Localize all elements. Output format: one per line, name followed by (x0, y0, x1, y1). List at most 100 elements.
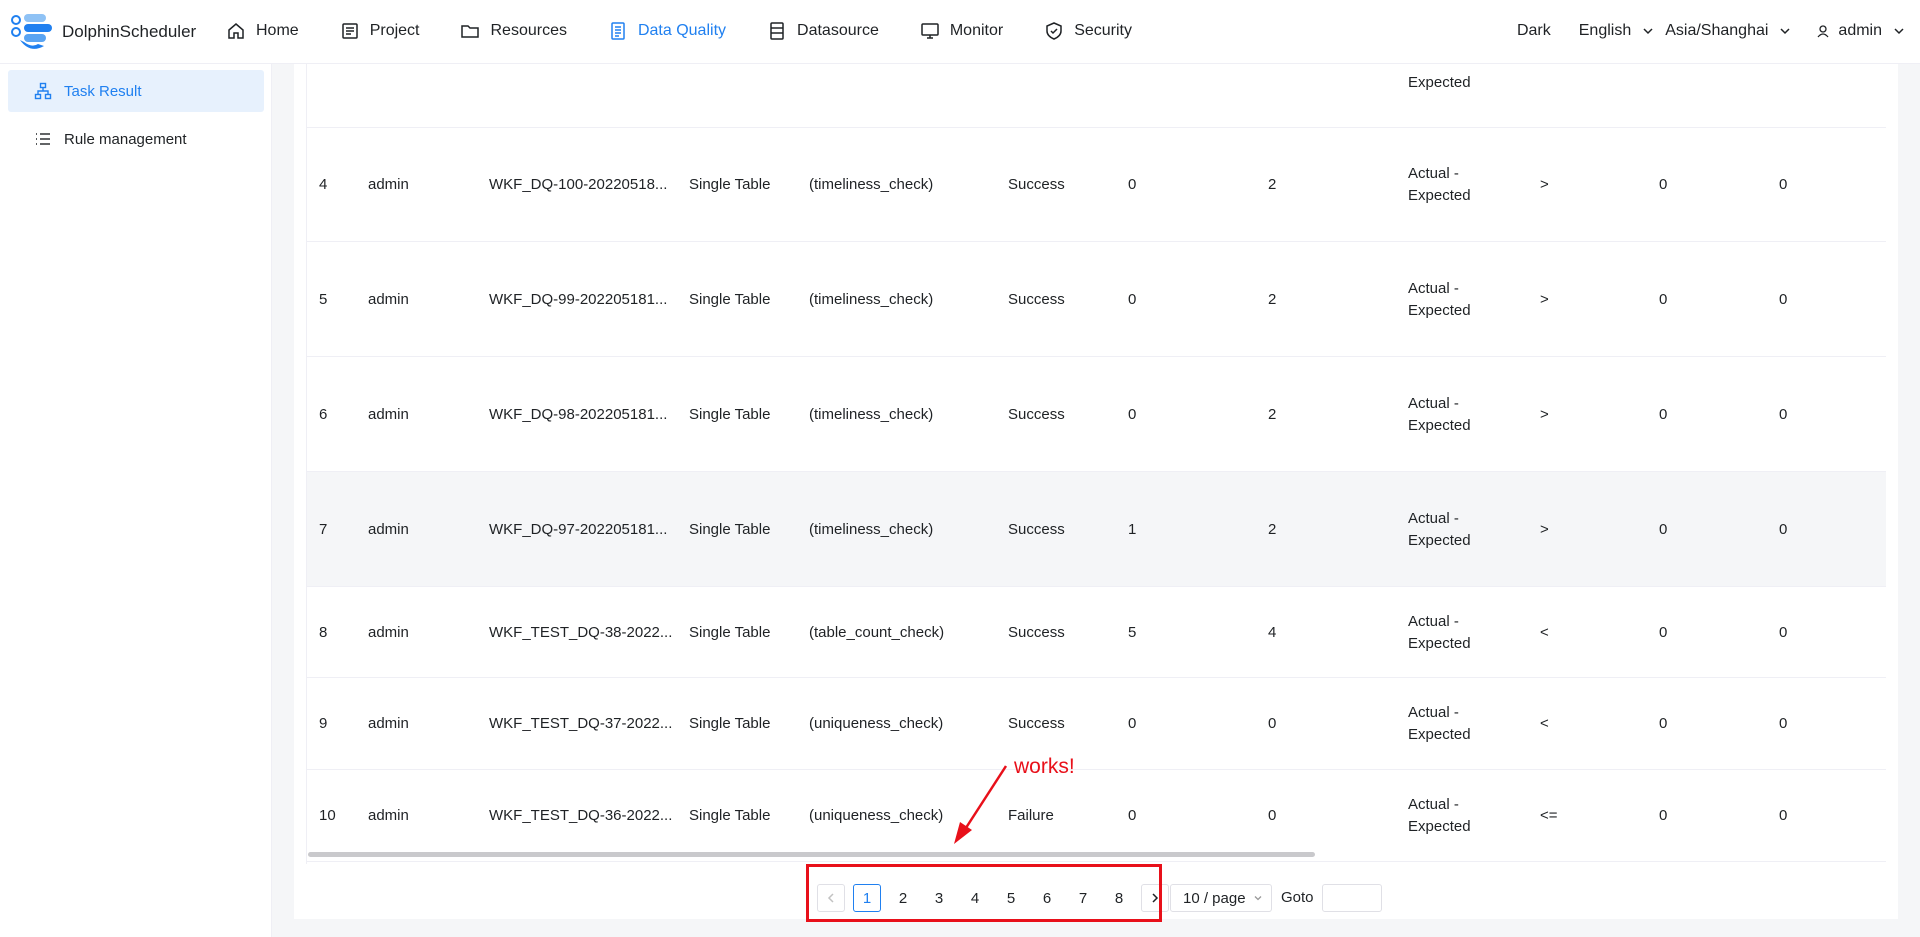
cell-num: 8 (319, 623, 328, 641)
formula-line: Actual - (1408, 612, 1459, 630)
formula-line: Expected (1408, 416, 1471, 434)
cell-expected: 0 (1268, 715, 1277, 732)
monitor-icon (921, 23, 939, 39)
main-nav: Home Project Resources Data Quality Data… (226, 0, 1173, 62)
cell-threshold: 0 (1659, 405, 1668, 423)
cell-operator: > (1540, 405, 1549, 423)
cell-formula: Actual - Expected (1408, 611, 1471, 655)
chevron-down-icon (1254, 896, 1262, 901)
formula-line: Actual - (1408, 394, 1459, 412)
cell-actual: 0 (1128, 807, 1137, 824)
sidebar-item-label: Rule management (64, 130, 187, 148)
table-row: 4 admin WKF_DQ-100-20220518... Single Table… (307, 128, 1886, 242)
theme-toggle[interactable]: Dark (1517, 22, 1551, 40)
sidebar-item-rule-management[interactable]: Rule management (8, 118, 264, 160)
dolphin-logo-icon (11, 14, 52, 49)
cell-expected: 2 (1268, 176, 1277, 193)
cell-formula: Actual - Expected (1408, 278, 1471, 322)
nav-label: Home (256, 22, 299, 39)
cell-actual: 0 (1128, 290, 1137, 308)
cell-actual: 1 (1128, 520, 1137, 538)
page-size-select[interactable]: 10 / page (1170, 884, 1272, 912)
cell-task: WKF_DQ-100-20220518... (489, 176, 668, 193)
annotation-text: works! (1014, 755, 1075, 778)
cell-rule: (table_count_check) (809, 623, 945, 641)
cell-threshold: 0 (1659, 623, 1668, 641)
formula-line: Actual - (1408, 704, 1459, 721)
cell-failure: 0 (1779, 405, 1788, 423)
nav-security[interactable]: Security (1044, 0, 1151, 62)
cell-num: 7 (319, 520, 328, 538)
cell-rule: (uniqueness_check) (809, 715, 944, 732)
cell-threshold: 0 (1659, 807, 1668, 824)
cell-task: WKF_TEST_DQ-37-2022... (489, 715, 673, 732)
nav-label: Monitor (949, 22, 1004, 39)
nav-datasource[interactable]: Datasource (767, 0, 898, 62)
cell-rule: (timeliness_check) (809, 176, 934, 193)
formula-line: Expected (1408, 301, 1471, 319)
goto-input[interactable] (1322, 884, 1382, 912)
formula-line: Expected (1408, 531, 1471, 549)
table-row: 9 admin WKF_TEST_DQ-37-2022... Single Table… (307, 678, 1886, 770)
cell-user: admin (368, 290, 409, 308)
cell-type: Single Table (689, 807, 771, 824)
cell-state: Success (1008, 715, 1065, 732)
cell-type: Single Table (689, 176, 771, 193)
cell-num: 10 (319, 807, 336, 824)
nav-label: Security (1074, 22, 1132, 39)
cell-formula: Actual - Expected (1408, 794, 1471, 838)
cell-expected: 2 (1268, 290, 1277, 308)
nav-project[interactable]: Project (340, 0, 439, 62)
timezone-select[interactable]: Asia/Shanghai (1665, 22, 1792, 40)
cell-threshold: 0 (1659, 715, 1668, 732)
logo[interactable]: DolphinScheduler (10, 10, 200, 54)
nav-home[interactable]: Home (226, 0, 318, 62)
formula-line: Expected (1408, 187, 1471, 204)
folder-icon (461, 25, 480, 38)
cell-type: Single Table (689, 520, 771, 538)
chevron-down-icon (1894, 28, 1904, 35)
nav-label: Resources (490, 22, 567, 39)
cell-task: WKF_DQ-97-202205181... (489, 520, 668, 538)
nav-monitor[interactable]: Monitor (920, 0, 1022, 62)
sidebar-item-task-result[interactable]: Task Result (8, 70, 264, 112)
cell-formula-partial: Expected (1408, 74, 1471, 91)
cell-actual: 0 (1128, 715, 1137, 732)
formula-line: Expected (1408, 818, 1471, 835)
cell-state: Success (1008, 520, 1065, 538)
header-right: Dark English Asia/Shanghai admin (1517, 0, 1920, 62)
cell-failure: 0 (1779, 520, 1788, 538)
user-menu[interactable]: admin (1816, 22, 1906, 40)
cell-formula: Actual - Expected (1408, 508, 1471, 552)
cell-failure: 0 (1779, 290, 1788, 308)
shield-icon (1046, 22, 1062, 40)
cell-operator: > (1540, 290, 1549, 308)
cell-rule: (timeliness_check) (809, 290, 934, 308)
sidebar: Task Result Rule management (0, 64, 272, 937)
nav-label: Data Quality (637, 22, 727, 39)
language-select[interactable]: English (1579, 22, 1655, 40)
cell-state: Success (1008, 405, 1065, 423)
cell-actual: 5 (1128, 623, 1137, 641)
top-header: DolphinScheduler Home Project Resources … (0, 0, 1920, 64)
annotation-arrow-icon (954, 765, 1008, 844)
nav-resources[interactable]: Resources (460, 0, 585, 62)
cell-rule: (timeliness_check) (809, 405, 934, 423)
cell-actual: 0 (1128, 176, 1137, 193)
formula-line: Actual - (1408, 165, 1459, 182)
cell-operator: <= (1540, 807, 1558, 824)
timezone-label: Asia/Shanghai (1665, 22, 1769, 39)
annotation-box (806, 864, 1162, 922)
cell-failure: 0 (1779, 807, 1788, 824)
home-icon (228, 23, 244, 39)
cell-failure: 0 (1779, 715, 1788, 732)
nav-data-quality[interactable]: Data Quality (608, 0, 745, 62)
data-quality-icon (611, 22, 625, 40)
table-horizontal-scrollbar[interactable] (308, 852, 1315, 857)
cell-rule: (timeliness_check) (809, 520, 934, 538)
table-row: 10 admin WKF_TEST_DQ-36-2022... Single Tabl… (307, 770, 1886, 862)
cell-task: WKF_TEST_DQ-38-2022... (489, 623, 673, 641)
cell-num: 6 (319, 405, 328, 423)
cell-operator: > (1540, 176, 1549, 193)
user-name: admin (1838, 22, 1882, 39)
